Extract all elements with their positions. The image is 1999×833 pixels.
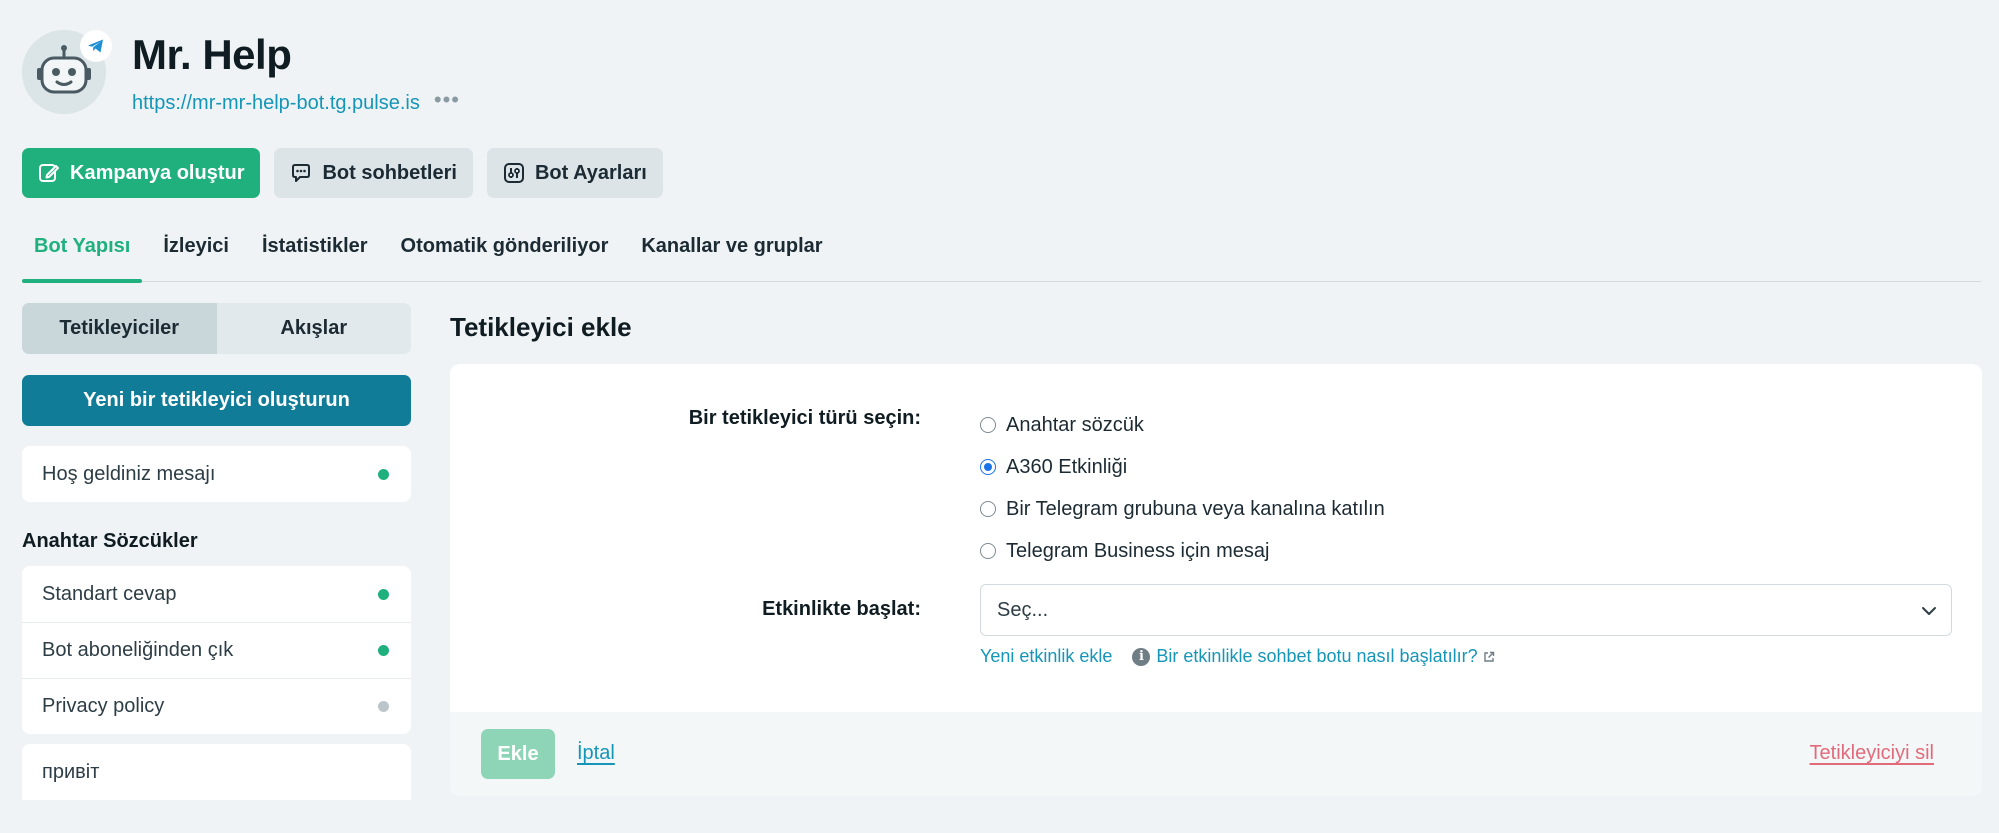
event-start-label: Etkinlikte başlat: [762, 598, 921, 620]
radio-label: Bir Telegram grubuna veya kanalına katıl… [1006, 497, 1385, 520]
help-link[interactable]: Bir etkinlikle sohbet botu nasıl başlatı… [1156, 646, 1477, 667]
bot-header: Mr. Help https://mr-mr-help-bot.tg.pulse… [22, 30, 460, 115]
list-item-label: Standart cevap [42, 582, 177, 605]
radio-a360-event[interactable]: A360 Etkinliği [980, 446, 1385, 488]
status-dot-active [378, 468, 389, 480]
tab-statistics[interactable]: İstatistikler [250, 226, 380, 282]
welcome-card: Hoş geldiniz mesajı [22, 446, 411, 502]
create-campaign-button[interactable]: Kampanya oluştur [22, 148, 261, 198]
segment-flows[interactable]: Akışlar [217, 303, 412, 354]
list-item[interactable]: привіт [22, 744, 411, 800]
action-bar: Kampanya oluştur Bot sohbetleri Bot Ayar… [22, 148, 663, 198]
chevron-down-icon [1921, 599, 1937, 622]
edit-icon [38, 162, 60, 184]
select-value: Seç... [997, 598, 1049, 621]
add-button[interactable]: Ekle [481, 729, 555, 779]
list-item[interactable]: Bot aboneliğinden çık [22, 622, 411, 678]
info-icon: i [1132, 647, 1151, 666]
telegram-badge-icon [80, 30, 112, 62]
radio-label: A360 Etkinliği [1006, 455, 1128, 478]
bot-settings-button[interactable]: Bot Ayarları [486, 148, 663, 198]
list-item[interactable]: Privacy policy [22, 678, 411, 734]
segment-triggers[interactable]: Tetikleyiciler [22, 303, 217, 354]
trigger-sidebar: Tetikleyiciler Akışlar Yeni bir tetikley… [22, 303, 411, 800]
new-event-link[interactable]: Yeni etkinlik ekle [980, 646, 1112, 667]
tab-bot-structure[interactable]: Bot Yapısı [22, 226, 143, 283]
list-item-label: Bot aboneliğinden çık [42, 639, 234, 661]
more-options-icon[interactable]: ••• [434, 88, 460, 110]
create-campaign-label: Kampanya oluştur [70, 161, 245, 184]
form-footer: Ekle İptal Tetikleyiciyi sil [450, 712, 1982, 796]
radio-label: Telegram Business için mesaj [1006, 539, 1270, 562]
tab-channels-groups[interactable]: Kanallar ve gruplar [629, 226, 834, 282]
radio-button[interactable] [980, 417, 996, 433]
event-links: Yeni etkinlik ekle i Bir etkinlikle sohb… [980, 646, 1495, 667]
radio-button[interactable] [980, 543, 996, 559]
panel-title: Tetikleyici ekle [450, 312, 632, 342]
radio-button[interactable] [980, 501, 996, 517]
bot-chats-label: Bot sohbetleri [322, 161, 457, 184]
bot-avatar [22, 30, 112, 114]
bot-chats-button[interactable]: Bot sohbetleri [274, 148, 473, 198]
trigger-form: Bir tetikleyici türü seçin: Anahtar sözc… [450, 364, 1982, 796]
trigger-editor: Tetikleyici ekle Bir tetikleyici türü se… [450, 303, 1982, 796]
trigger-type-label: Bir tetikleyici türü seçin: [688, 407, 921, 429]
list-item-label: Hoş geldiniz mesajı [42, 462, 216, 485]
list-item-label: привіт [42, 760, 100, 783]
keywords-card: Standart cevap Bot aboneliğinden çık Pri… [22, 566, 411, 734]
tab-bar: Bot Yapısı İzleyici İstatistikler Otomat… [22, 226, 1981, 283]
radio-label: Anahtar sözcük [1006, 413, 1144, 436]
settings-sliders-icon [503, 162, 525, 184]
bot-title: Mr. Help [132, 31, 292, 78]
status-dot-inactive [378, 701, 389, 712]
partial-card: привіт [22, 744, 411, 800]
list-item-label: Privacy policy [42, 695, 165, 717]
bot-settings-label: Bot Ayarları [534, 161, 647, 184]
radio-keyword[interactable]: Anahtar sözcük [980, 404, 1385, 446]
trigger-type-radio-group: Anahtar sözcük A360 Etkinliği Bir Telegr… [980, 404, 1385, 572]
create-trigger-button[interactable]: Yeni bir tetikleyici oluşturun [22, 375, 411, 426]
list-item[interactable]: Standart cevap [22, 566, 411, 622]
radio-telegram-join[interactable]: Bir Telegram grubuna veya kanalına katıl… [980, 488, 1385, 530]
delete-trigger-link[interactable]: Tetikleyiciyi sil [1810, 742, 1934, 765]
status-dot-active [378, 588, 389, 600]
keywords-section-title: Anahtar Sözcükler [22, 530, 198, 552]
event-select[interactable]: Seç... [980, 584, 1952, 636]
cancel-link[interactable]: İptal [577, 742, 615, 765]
status-dot-active [378, 645, 389, 656]
radio-telegram-business[interactable]: Telegram Business için mesaj [980, 530, 1385, 572]
radio-button-checked[interactable] [980, 459, 996, 475]
segmented-control: Tetikleyiciler Akışlar [22, 303, 411, 354]
bot-url-link[interactable]: https://mr-mr-help-bot.tg.pulse.is [132, 92, 420, 115]
list-item-welcome[interactable]: Hoş geldiniz mesajı [22, 446, 411, 502]
chat-icon [290, 162, 312, 184]
tab-autosend[interactable]: Otomatik gönderiliyor [389, 226, 621, 282]
external-link-icon [1483, 651, 1495, 663]
tab-audience[interactable]: İzleyici [151, 226, 241, 282]
